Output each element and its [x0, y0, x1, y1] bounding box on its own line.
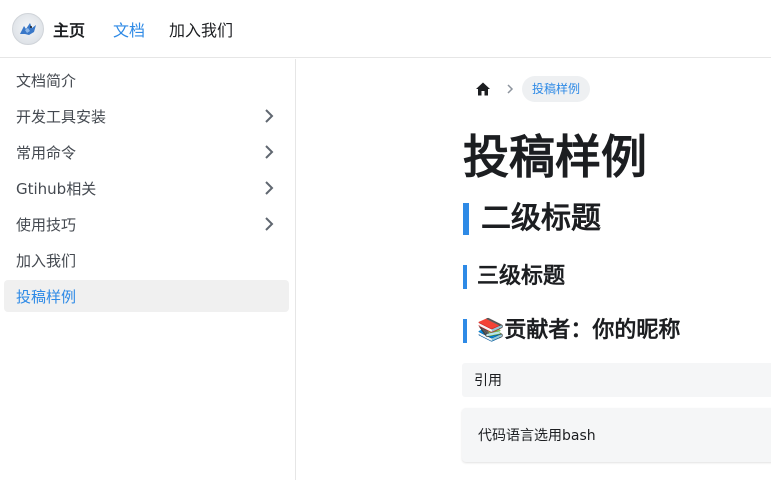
- heading-level-3: 三级标题: [463, 265, 565, 289]
- sidebar-item-tips[interactable]: 使用技巧: [4, 208, 289, 240]
- chevron-right-icon[interactable]: [261, 180, 277, 196]
- nav-link-join-us[interactable]: 加入我们: [169, 17, 233, 41]
- sidebar-item-common-commands[interactable]: 常用命令: [4, 136, 289, 168]
- sidebar-item-label: 投稿样例: [16, 287, 77, 306]
- chevron-right-icon[interactable]: [261, 108, 277, 124]
- chevron-right-icon[interactable]: [261, 216, 277, 232]
- nav-link-docs[interactable]: 文档: [113, 17, 145, 41]
- heading-level-2: 二级标题: [463, 203, 601, 235]
- brand-title[interactable]: 主页: [53, 17, 85, 41]
- code-block: 代码语言选用bash: [462, 408, 771, 462]
- sidebar-item-label: 使用技巧: [16, 215, 77, 234]
- sidebar-item-join-us[interactable]: 加入我们: [4, 244, 289, 276]
- breadcrumb: 投稿样例: [468, 74, 591, 104]
- site-logo[interactable]: [12, 12, 44, 45]
- contributor-text: 贡献者：你的昵称: [504, 318, 681, 343]
- page-title: 投稿样例: [463, 130, 647, 184]
- blockquote: 引用: [462, 363, 771, 397]
- sidebar-item-label: 文档简介: [16, 71, 77, 90]
- heading-contributor: 📚贡献者：你的昵称: [463, 319, 680, 343]
- sidebar-item-dev-tools[interactable]: 开发工具安装: [4, 100, 289, 132]
- home-icon[interactable]: [468, 74, 498, 104]
- sidebar: 文档简介 开发工具安装 常用命令 Gtihub相关 使用技巧 加入我们 投稿样例: [0, 59, 296, 480]
- chevron-right-icon[interactable]: [261, 144, 277, 160]
- chevron-right-icon: [498, 83, 522, 95]
- sidebar-item-label: Gtihub相关: [16, 179, 97, 198]
- books-icon: 📚: [477, 318, 505, 343]
- main-content: 投稿样例 投稿样例 二级标题 三级标题 📚贡献者：你的昵称 引用 代码语言选用b…: [296, 59, 771, 480]
- fox-logo-icon: [20, 22, 36, 35]
- navbar: 主页 文档 加入我们: [0, 0, 771, 58]
- sidebar-item-submission-example[interactable]: 投稿样例: [4, 280, 289, 312]
- sidebar-item-label: 开发工具安装: [16, 107, 107, 126]
- sidebar-item-label: 常用命令: [16, 143, 77, 162]
- breadcrumb-current: 投稿样例: [522, 76, 591, 102]
- sidebar-item-label: 加入我们: [16, 251, 77, 270]
- sidebar-item-doc-intro[interactable]: 文档简介: [4, 64, 289, 96]
- sidebar-item-github[interactable]: Gtihub相关: [4, 172, 289, 204]
